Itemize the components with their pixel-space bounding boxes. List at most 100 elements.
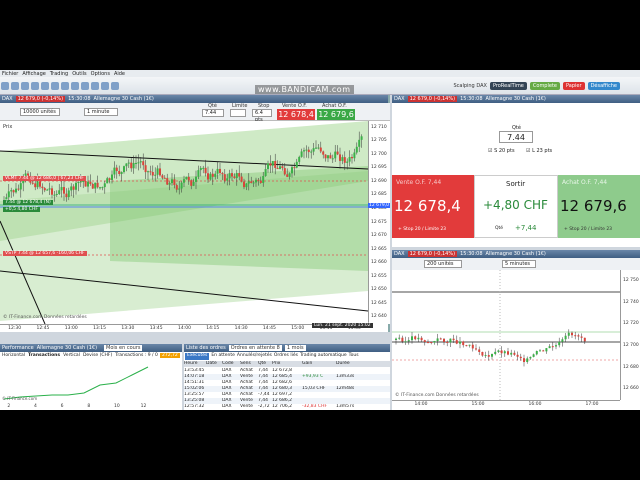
candle-body xyxy=(331,158,334,160)
open-icon[interactable] xyxy=(11,82,19,90)
tab-transactions[interactable]: Transactions xyxy=(28,353,60,360)
candle-body xyxy=(108,178,111,180)
candle-body xyxy=(329,155,332,159)
exit-button[interactable]: Sortir +4,80 CHF Qté +7,44 xyxy=(474,175,558,238)
tab-auto-trading[interactable]: Trading automatique xyxy=(300,353,347,360)
candle-body xyxy=(513,352,516,355)
tab-cancelled[interactable]: Annulés/rejetés xyxy=(237,353,272,360)
time-label: 15:30:08 xyxy=(460,251,483,257)
orders-window: Liste des ordres Ordres en attente 8 1 m… xyxy=(184,344,390,410)
tab-pending[interactable]: En attente xyxy=(211,353,235,360)
stop-order-tag[interactable]: VSTP 7.44 @ 12 657,6 -160,06 CHF xyxy=(3,251,87,256)
candle-body xyxy=(250,181,253,183)
menu-trading[interactable]: Trading xyxy=(50,71,68,77)
timeframe-select[interactable]: 5 minutes xyxy=(502,260,536,268)
layout-icon[interactable] xyxy=(111,82,119,90)
buy-button[interactable]: 12 679,6 xyxy=(317,109,355,120)
column-header[interactable]: Date xyxy=(206,361,222,367)
candle-body xyxy=(427,341,429,343)
time-axis[interactable]: 14:00 15:00 16:00 17:00 xyxy=(392,400,620,408)
tab-all[interactable]: Tous xyxy=(349,353,359,360)
limit-order-tag[interactable]: VLMT 7.44 @ 12 686,0 | 67,23 CHF xyxy=(3,176,86,181)
calendar-icon[interactable] xyxy=(91,82,99,90)
column-header[interactable]: Code xyxy=(222,361,240,367)
hide-button[interactable]: Désaffiche xyxy=(587,82,620,90)
qty-input[interactable]: 7.44 xyxy=(202,109,224,117)
units-select[interactable]: 10000 unités xyxy=(20,108,60,116)
tab-vertical[interactable]: Vertical xyxy=(63,353,80,360)
scanner-icon[interactable] xyxy=(71,82,79,90)
orders-filter[interactable]: Ordres en attente 8 xyxy=(228,345,282,351)
candle-body xyxy=(202,167,205,169)
candle-body xyxy=(500,350,503,354)
candle-body xyxy=(491,354,493,357)
column-header[interactable]: Heure xyxy=(184,361,206,367)
time-tick-label: 8 xyxy=(87,404,91,409)
candle-body xyxy=(577,335,580,337)
candle-body xyxy=(414,336,417,340)
list-icon[interactable] xyxy=(41,82,49,90)
limit-toggle-label: L xyxy=(532,148,535,154)
candle-body xyxy=(497,350,500,352)
limit-toggle[interactable]: ☑ L 23 pts xyxy=(526,148,552,154)
column-header[interactable]: Prix xyxy=(272,361,302,367)
menu-help[interactable]: Aide xyxy=(114,71,125,77)
column-header[interactable]: Durée xyxy=(336,361,360,367)
candle-body xyxy=(70,186,73,191)
column-header[interactable]: Qté xyxy=(258,361,272,367)
column-header[interactable]: Sens xyxy=(240,361,258,367)
candle-body xyxy=(113,167,116,175)
candle-body xyxy=(48,188,51,190)
candle-body xyxy=(475,348,477,350)
main-chart-header: DAX 12 679,0 (-0,14%) 15:30:08 Allemagne… xyxy=(0,95,388,103)
limit-input[interactable] xyxy=(230,109,246,117)
new-window-icon[interactable] xyxy=(1,82,9,90)
sell-button[interactable]: 12 678,4 xyxy=(277,109,315,120)
column-header[interactable]: Gain xyxy=(302,361,336,367)
menu-options[interactable]: Options xyxy=(91,71,110,77)
tab-linked[interactable]: Ordres liés xyxy=(274,353,298,360)
candle-body xyxy=(519,356,522,359)
menu-view[interactable]: Affichage xyxy=(22,71,46,77)
main-chart-window: DAX 12 679,0 (-0,14%) 15:30:08 Allemagne… xyxy=(0,95,390,332)
timeframe-select[interactable]: 1 minute xyxy=(84,108,118,116)
paper-button[interactable]: Papier xyxy=(563,82,585,90)
candlestick-plot[interactable]: Prix xyxy=(0,121,368,324)
news-icon[interactable] xyxy=(81,82,89,90)
tab-currency[interactable]: Devise (CHF) xyxy=(83,353,112,360)
candle-body xyxy=(503,351,506,354)
candle-body xyxy=(72,186,75,190)
candle-body xyxy=(551,346,554,348)
period-select[interactable]: Mois en cours xyxy=(104,345,143,351)
stop-input[interactable]: 6.4 pts xyxy=(252,109,272,123)
qty-input[interactable]: 7.44 xyxy=(499,131,533,143)
chart-icon[interactable] xyxy=(31,82,39,90)
buy-market-button[interactable]: Achat O.F. 7,44 12 679,6 + Stop 20 / Lim… xyxy=(558,175,640,238)
units-select[interactable]: 200 unités xyxy=(424,260,462,268)
secondary-candlestick-plot[interactable] xyxy=(392,270,620,400)
candle-body xyxy=(348,156,351,162)
candle-body xyxy=(120,172,123,174)
orders-period[interactable]: 1 mois xyxy=(284,345,306,351)
candle-body xyxy=(221,172,224,175)
orders-table: Heure Date Code Sens Qté Prix Gain Durée 13:53:4… xyxy=(184,361,390,410)
menu-tools[interactable]: Outils xyxy=(72,71,86,77)
price-axis[interactable]: 12 750 12 740 12 720 12 700 12 680 12 660 xyxy=(620,270,640,400)
sell-market-button[interactable]: Vente O.F. 7,44 12 678,4 + Stop 20 / Lim… xyxy=(392,175,474,238)
menu-file[interactable]: Fichier xyxy=(2,71,18,77)
order-icon[interactable] xyxy=(51,82,59,90)
portfolio-icon[interactable] xyxy=(101,82,109,90)
alert-icon[interactable] xyxy=(61,82,69,90)
candle-body xyxy=(12,190,15,193)
candle-body xyxy=(279,166,281,169)
candle-body xyxy=(147,171,149,173)
stop-toggle[interactable]: ☑ S 20 pts xyxy=(488,148,515,154)
tab-executed[interactable]: Exécutés xyxy=(185,353,210,360)
price-axis[interactable]: 12 710 12 705 12 700 12 695 12 690 12 685 12 6… xyxy=(368,121,390,324)
time-tick-label: 14:45 xyxy=(262,326,276,331)
tab-horizontal[interactable]: Horizontal xyxy=(2,353,25,360)
position-tag[interactable]: 7.44 @ 12 678,4 (N) xyxy=(3,200,53,205)
save-icon[interactable] xyxy=(21,82,29,90)
candle-body xyxy=(283,168,286,175)
table-row[interactable]: 12:57:32 DAX Vente -2,72 12 706,2 -32,83 CHF 1… xyxy=(184,404,390,410)
